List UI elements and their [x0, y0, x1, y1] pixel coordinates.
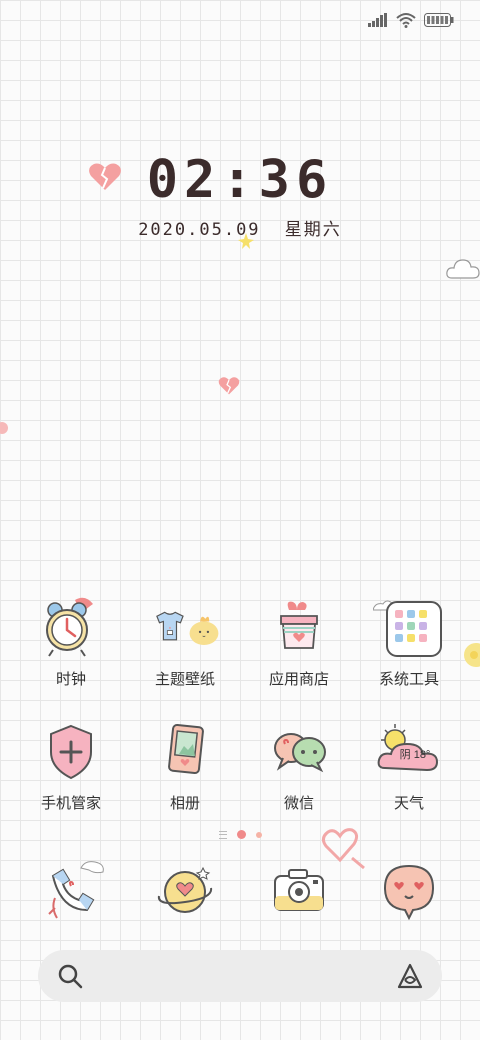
wifi-icon	[396, 13, 416, 28]
app-store-icon	[280, 601, 318, 649]
browser-planet-icon	[157, 866, 213, 913]
app-wechat[interactable]: 微信	[244, 716, 354, 813]
battery-icon	[424, 13, 454, 27]
app-weather[interactable]: 阴 18° 天气	[354, 716, 464, 813]
lockscreen-time: 02:36	[146, 150, 334, 210]
search-bar[interactable]	[38, 950, 442, 1002]
flower-icon	[0, 422, 8, 434]
status-bar	[368, 10, 454, 30]
assistant-icon[interactable]	[396, 962, 424, 990]
app-label: 系统工具	[378, 671, 439, 688]
app-label: 天气	[393, 795, 424, 812]
wechat-icon	[274, 733, 326, 773]
app-clock[interactable]: 时钟	[16, 592, 126, 689]
page-indicator[interactable]	[0, 830, 480, 839]
cloud-icon	[446, 259, 480, 279]
weather-badge: 阴 18°	[399, 749, 431, 761]
dock-browser[interactable]	[130, 852, 240, 928]
system-tools-folder-icon	[373, 600, 442, 657]
messages-icon	[383, 864, 435, 921]
dock-messages[interactable]	[354, 852, 464, 928]
app-label: 微信	[283, 795, 314, 812]
page-dot-active[interactable]	[236, 830, 246, 839]
lockscreen-weekday: 星期六	[284, 220, 342, 240]
app-label: 相册	[169, 795, 200, 812]
app-label: 时钟	[55, 671, 86, 688]
phone-manager-shield-icon	[50, 724, 92, 780]
app-label: 主题壁纸	[154, 671, 215, 688]
app-system-tools[interactable]: 系统工具	[354, 592, 464, 689]
broken-heart-icon	[218, 377, 240, 395]
app-label: 应用商店	[268, 671, 329, 688]
page-dot[interactable]	[255, 831, 262, 838]
phone-icon	[48, 861, 104, 919]
alarm-clock-icon	[46, 597, 93, 657]
camera-icon	[274, 869, 324, 911]
lockscreen-date: 2020.05.09	[138, 220, 261, 240]
page-menu-icon[interactable]	[218, 830, 227, 839]
theme-wallpaper-icon	[156, 611, 219, 646]
gallery-icon	[168, 723, 204, 775]
dock-camera[interactable]	[244, 852, 354, 928]
app-store[interactable]: 应用商店	[244, 592, 354, 689]
app-theme-wallpaper[interactable]: 主题壁纸	[130, 592, 240, 689]
app-gallery[interactable]: 相册	[130, 716, 240, 813]
search-icon[interactable]	[56, 962, 84, 990]
app-label: 手机管家	[40, 795, 101, 812]
signal-icon	[368, 13, 387, 27]
dock-phone[interactable]	[16, 852, 126, 928]
app-phone-manager[interactable]: 手机管家	[16, 716, 126, 813]
lockscreen-date-row: 2020.05.09 星期六	[0, 215, 480, 240]
